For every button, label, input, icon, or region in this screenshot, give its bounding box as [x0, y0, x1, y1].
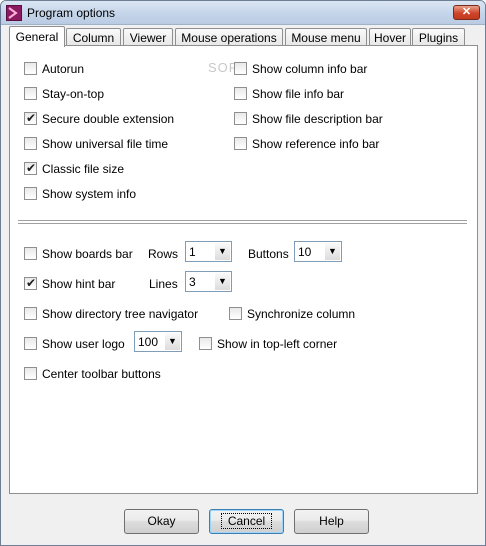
show-hint-bar-checkbox[interactable]: ✔: [24, 276, 37, 290]
show-boards-bar-checkbox[interactable]: [24, 247, 37, 260]
rows-select[interactable]: 1 ▼: [185, 241, 232, 262]
tab-viewer[interactable]: Viewer: [123, 28, 173, 46]
tab-general[interactable]: General: [9, 26, 65, 47]
lines-label: Lines: [149, 277, 178, 291]
lines-select[interactable]: 3 ▼: [185, 271, 232, 292]
program-options-window: Program options ✕ General Column Viewer …: [0, 0, 486, 546]
show-directory-tree-checkbox[interactable]: [24, 307, 37, 320]
section-divider: [18, 220, 467, 224]
buttons-label: Buttons: [248, 247, 289, 261]
tab-mouse-operations[interactable]: Mouse operations: [175, 28, 283, 46]
tab-bar: General Column Viewer Mouse operations M…: [9, 26, 479, 47]
check-icon: ✔: [26, 161, 37, 175]
okay-button[interactable]: Okay: [124, 509, 199, 534]
tab-column[interactable]: Column: [66, 28, 121, 46]
chevron-down-icon[interactable]: ▼: [214, 243, 230, 260]
tab-mouse-menu[interactable]: Mouse menu: [285, 28, 367, 46]
close-button[interactable]: ✕: [453, 5, 480, 20]
cancel-button[interactable]: Cancel: [209, 509, 284, 534]
window-title: Program options: [27, 6, 116, 20]
show-system-info-checkbox[interactable]: [24, 187, 37, 200]
check-icon: ✔: [26, 111, 37, 125]
chevron-down-icon[interactable]: ▼: [164, 333, 180, 350]
close-icon: ✕: [461, 6, 472, 18]
center-toolbar-buttons-checkbox[interactable]: [24, 367, 37, 380]
help-button[interactable]: Help: [294, 509, 369, 534]
synchronize-column-checkbox[interactable]: [229, 307, 242, 320]
show-file-description-bar-checkbox[interactable]: [234, 112, 247, 125]
check-icon: ✔: [26, 276, 37, 290]
secure-double-extension-checkbox[interactable]: ✔: [24, 111, 37, 125]
show-universal-file-time-checkbox[interactable]: [24, 137, 37, 150]
stay-on-top-checkbox[interactable]: [24, 87, 37, 100]
autorun-checkbox[interactable]: [24, 62, 37, 75]
chevron-down-icon[interactable]: ▼: [324, 243, 340, 260]
tab-hover[interactable]: Hover: [369, 28, 411, 46]
show-column-info-bar-checkbox[interactable]: [234, 62, 247, 75]
classic-file-size-checkbox[interactable]: ✔: [24, 161, 37, 175]
title-bar: Program options ✕: [1, 1, 485, 25]
app-icon: [6, 5, 22, 21]
show-file-info-bar-checkbox[interactable]: [234, 87, 247, 100]
tab-plugins[interactable]: Plugins: [412, 28, 465, 46]
rows-label: Rows: [148, 247, 179, 261]
show-user-logo-checkbox[interactable]: [24, 337, 37, 350]
general-tab-panel: SOFT Autorun Stay-on-top ✔ Secure double…: [9, 45, 478, 494]
logo-size-select[interactable]: 100 ▼: [134, 331, 182, 352]
show-reference-info-bar-checkbox[interactable]: [234, 137, 247, 150]
chevron-down-icon[interactable]: ▼: [214, 273, 230, 290]
show-in-top-left-corner-checkbox[interactable]: [199, 337, 212, 350]
buttons-select[interactable]: 10 ▼: [294, 241, 342, 262]
